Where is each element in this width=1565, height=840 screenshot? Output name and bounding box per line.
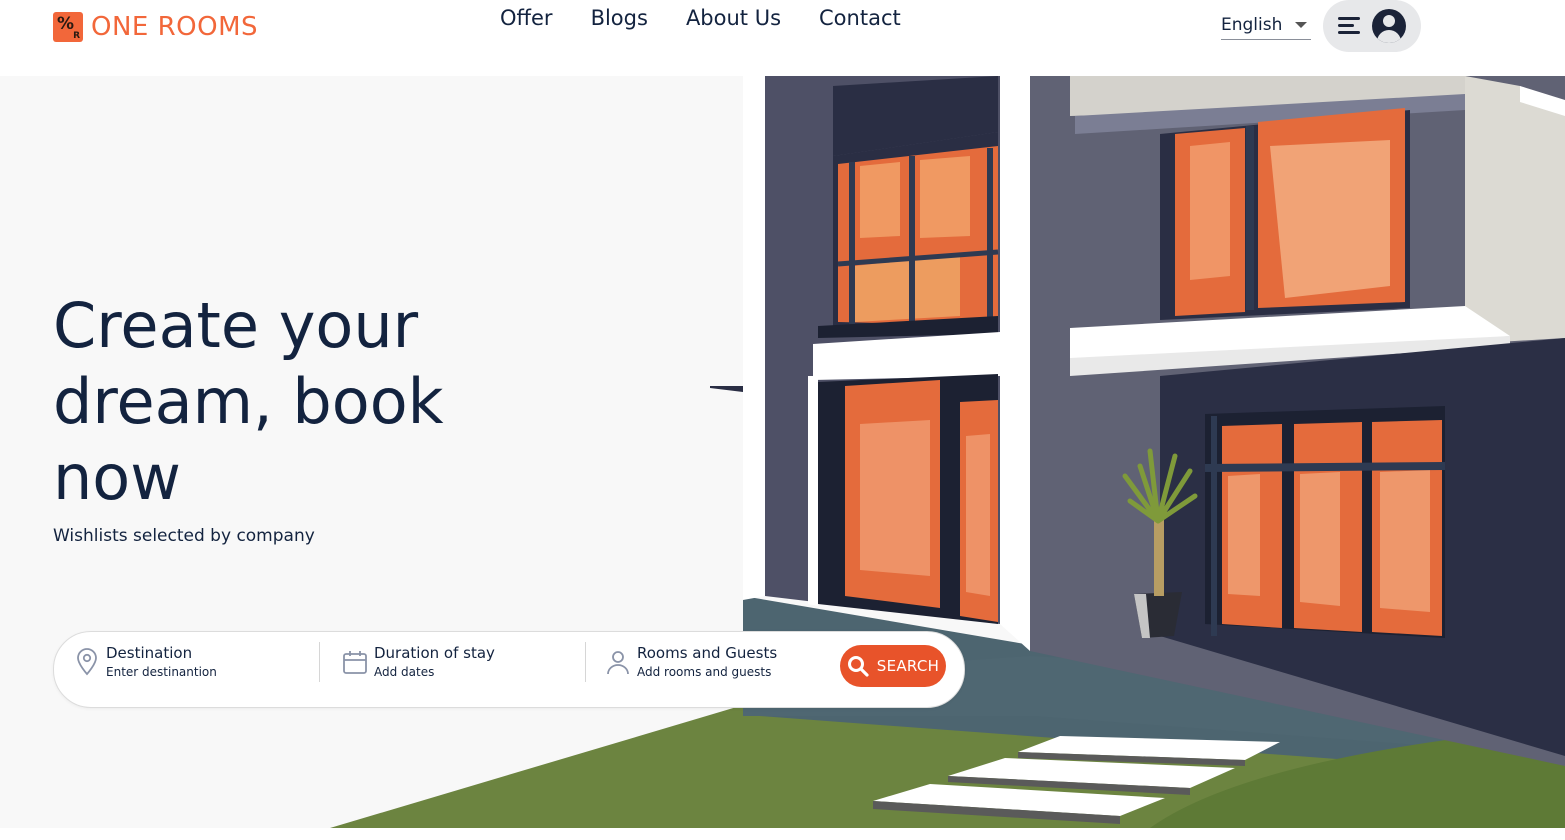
divider bbox=[319, 642, 320, 682]
nav-link-contact[interactable]: Contact bbox=[819, 6, 901, 30]
guests-field[interactable]: Rooms and Guests Add rooms and guests bbox=[605, 642, 825, 697]
profile-menu-button[interactable] bbox=[1323, 0, 1421, 52]
nav-link-blogs[interactable]: Blogs bbox=[591, 6, 648, 30]
hero-section: Create your dream, book now Wishlists se… bbox=[0, 76, 1565, 828]
destination-label: Destination bbox=[106, 644, 193, 662]
logo-mark-icon: % R bbox=[53, 12, 83, 42]
duration-field[interactable]: Duration of stay Add dates bbox=[342, 642, 562, 697]
chevron-down-icon bbox=[1295, 22, 1307, 28]
brand-logo[interactable]: % R ONE ROOMS bbox=[53, 12, 258, 42]
search-button-label: SEARCH bbox=[876, 657, 940, 675]
divider bbox=[585, 642, 586, 682]
nav-link-offer[interactable]: Offer bbox=[500, 6, 553, 30]
search-bar: Destination Enter destinantion Duration … bbox=[53, 631, 965, 708]
main-nav: Offer Blogs About Us Contact bbox=[500, 6, 939, 30]
logo-mark-glyph: % bbox=[57, 14, 75, 34]
hamburger-icon bbox=[1338, 17, 1360, 35]
location-pin-icon bbox=[77, 648, 97, 676]
hero-headline: Create your dream, book now bbox=[53, 289, 444, 514]
calendar-icon bbox=[343, 651, 367, 674]
site-header: % R ONE ROOMS Offer Blogs About Us Conta… bbox=[0, 0, 1565, 76]
brand-name: ONE ROOMS bbox=[91, 12, 259, 42]
language-selected-value: English bbox=[1221, 15, 1283, 35]
search-icon bbox=[847, 656, 869, 677]
nav-link-about-us[interactable]: About Us bbox=[686, 6, 781, 30]
guests-hint: Add rooms and guests bbox=[637, 665, 772, 679]
person-icon bbox=[607, 651, 629, 675]
duration-label: Duration of stay bbox=[374, 644, 495, 662]
logo-mark-sub: R bbox=[73, 31, 80, 41]
duration-hint: Add dates bbox=[374, 665, 435, 679]
language-select[interactable]: English bbox=[1221, 11, 1311, 40]
hero-subline: Wishlists selected by company bbox=[53, 526, 315, 546]
user-avatar-icon bbox=[1372, 9, 1406, 43]
destination-hint: Enter destinantion bbox=[106, 665, 217, 679]
guests-label: Rooms and Guests bbox=[637, 644, 778, 662]
search-button[interactable]: SEARCH bbox=[840, 645, 946, 687]
destination-field[interactable]: Destination Enter destinantion bbox=[74, 642, 294, 697]
